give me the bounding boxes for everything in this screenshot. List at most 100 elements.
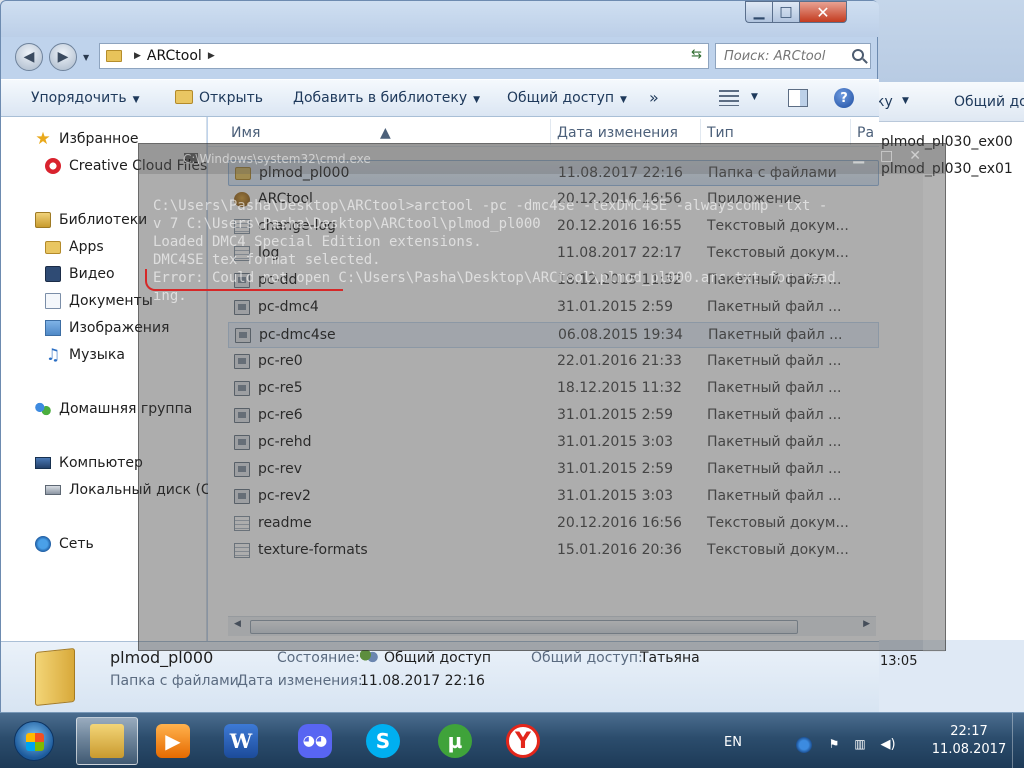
refresh-icon[interactable]: ⇆ — [691, 47, 702, 62]
cmd-output-line: Loaded DMC4 Special Edition extensions. — [153, 234, 482, 250]
chevron-down-icon[interactable]: ▼ — [751, 92, 758, 102]
command-bar: Упорядочить ▼ Открыть Добавить в библиоте… — [1, 79, 879, 117]
taskbar-skype[interactable]: S — [352, 717, 414, 765]
back-button[interactable]: ◀ — [15, 43, 43, 71]
taskbar-explorer[interactable] — [76, 717, 138, 765]
breadcrumb-arctool[interactable]: ARCtool — [147, 48, 202, 64]
taskbar-yandex-browser[interactable]: Y — [492, 717, 554, 765]
nav-apps[interactable]: Apps — [45, 239, 104, 255]
nav-music[interactable]: ♫ Музыка — [45, 345, 125, 364]
tray-volume-icon[interactable]: ◀) — [880, 737, 896, 753]
taskbar-word[interactable]: W — [210, 717, 272, 765]
cmd-output-line: DMC4SE tex format selected. — [153, 252, 381, 268]
details-state-value: Общий доступ — [360, 650, 491, 666]
organize-button[interactable]: Упорядочить ▼ — [31, 90, 140, 106]
media-player-icon: ▶ — [156, 724, 190, 758]
shared-users-icon — [360, 650, 378, 664]
maximize-button[interactable]: □ — [772, 1, 799, 23]
column-divider[interactable] — [700, 119, 701, 145]
background-window-toolbar: ку ▼ Общий до — [868, 82, 1024, 122]
add-to-library-button[interactable]: Добавить в библиотеку ▼ — [293, 90, 480, 106]
creative-cloud-icon — [45, 158, 61, 174]
column-date[interactable]: Дата изменения — [557, 125, 678, 141]
close-button[interactable]: ✕ — [799, 1, 847, 23]
view-options-icon[interactable] — [719, 90, 739, 106]
window-controls: ▁ □ ✕ — [745, 1, 847, 23]
breadcrumb-separator-icon[interactable]: ▶ — [208, 51, 215, 61]
folder-icon — [106, 50, 122, 62]
preview-pane-icon[interactable] — [788, 89, 808, 107]
nav-libraries[interactable]: Библиотеки — [35, 212, 147, 228]
libraries-icon — [35, 212, 51, 228]
disk-icon — [45, 485, 61, 495]
taskbar-discord[interactable]: ◕◕ — [284, 717, 346, 765]
clock-time: 22:17 — [950, 724, 988, 739]
cmd-window[interactable]: C:\Windows\system32\cmd.exe ▁□✕ C:\Users… — [138, 143, 946, 652]
utorrent-icon: µ — [438, 724, 472, 758]
close-icon: ✕ — [816, 2, 830, 22]
nav-libraries-label: Библиотеки — [59, 212, 148, 228]
tray-app-icon[interactable] — [796, 737, 812, 753]
column-type[interactable]: Тип — [707, 125, 734, 141]
chevron-down-icon: ▼ — [473, 95, 481, 105]
taskbar-media-player[interactable]: ▶ — [142, 717, 204, 765]
details-share-value: Татьяна — [640, 650, 700, 666]
nav-computer[interactable]: Компьютер — [35, 455, 143, 471]
breadcrumb-separator-icon[interactable]: ▶ — [134, 51, 141, 61]
search-box[interactable] — [715, 43, 871, 69]
details-modified-label: Дата изменения: — [237, 673, 363, 689]
explorer-icon — [90, 724, 124, 758]
column-size[interactable]: Ра — [857, 125, 874, 141]
clock[interactable]: 22:17 11.08.2017 — [924, 723, 1014, 759]
tray-flag-icon[interactable]: ⚑ — [826, 737, 842, 753]
nav-video[interactable]: Видео — [45, 266, 115, 282]
nav-network-label: Сеть — [59, 536, 94, 552]
forward-button[interactable]: ▶ — [49, 43, 77, 71]
cmd-title: C:\Windows\system32\cmd.exe — [183, 152, 371, 166]
language-indicator[interactable]: EN — [724, 735, 742, 750]
start-button[interactable] — [14, 721, 54, 761]
cmd-window-controls[interactable]: ▁□✕ — [853, 148, 937, 164]
show-desktop-button[interactable] — [1012, 713, 1024, 768]
music-icon: ♫ — [45, 345, 61, 364]
nav-apps-label: Apps — [69, 239, 104, 255]
share-button[interactable]: Общий доступ ▼ — [507, 90, 627, 106]
help-icon[interactable]: ? — [834, 88, 854, 108]
word-icon: W — [224, 724, 258, 758]
details-state-label: Состояние: — [277, 650, 360, 666]
folder-icon — [35, 647, 75, 707]
folder-icon — [45, 240, 61, 254]
sort-arrow-icon: ▲ — [380, 125, 391, 141]
details-pane: plmod_pl000 Папка с файлами Состояние: О… — [1, 641, 879, 713]
column-name[interactable]: Имя — [231, 125, 260, 141]
taskbar-utorrent[interactable]: µ — [424, 717, 486, 765]
nav-favorites[interactable]: ★ Избранное — [35, 131, 138, 148]
column-divider[interactable] — [850, 119, 851, 145]
cmd-titlebar[interactable]: C:\Windows\system32\cmd.exe ▁□✕ — [139, 144, 945, 174]
background-share-button[interactable]: Общий до — [954, 94, 1024, 110]
recent-pages-dropdown[interactable]: ▼ — [83, 53, 89, 62]
open-button[interactable]: Открыть — [175, 90, 263, 106]
nav-video-label: Видео — [69, 266, 115, 282]
details-state-text: Общий доступ — [384, 650, 492, 666]
nav-network[interactable]: Сеть — [35, 536, 94, 552]
background-window-titlebar — [868, 0, 1024, 82]
forward-arrow-icon: ▶ — [57, 49, 69, 65]
details-share-label: Общий доступ: — [531, 650, 643, 666]
details-kind: Папка с файлами — [110, 673, 239, 689]
search-input[interactable] — [716, 44, 846, 68]
chevron-down-icon: ▼ — [132, 95, 140, 105]
address-bar[interactable]: ▶ ARCtool ▶ ⇆ — [99, 43, 709, 69]
navigation-row: ◀ ▶ ▼ ▶ ARCtool ▶ ⇆ — [1, 37, 879, 77]
homegroup-icon — [35, 401, 51, 417]
cmd-scrollbar[interactable] — [923, 174, 945, 652]
tray-network-icon[interactable]: ▥ — [852, 737, 868, 753]
video-icon — [45, 266, 61, 282]
search-icon[interactable] — [852, 49, 864, 61]
organize-label: Упорядочить — [31, 90, 127, 106]
nav-documents[interactable]: Документы — [45, 293, 153, 309]
minimize-button[interactable]: ▁ — [745, 1, 772, 23]
column-divider[interactable] — [550, 119, 551, 145]
discord-icon: ◕◕ — [298, 724, 332, 758]
more-commands-button[interactable]: » — [649, 88, 659, 107]
